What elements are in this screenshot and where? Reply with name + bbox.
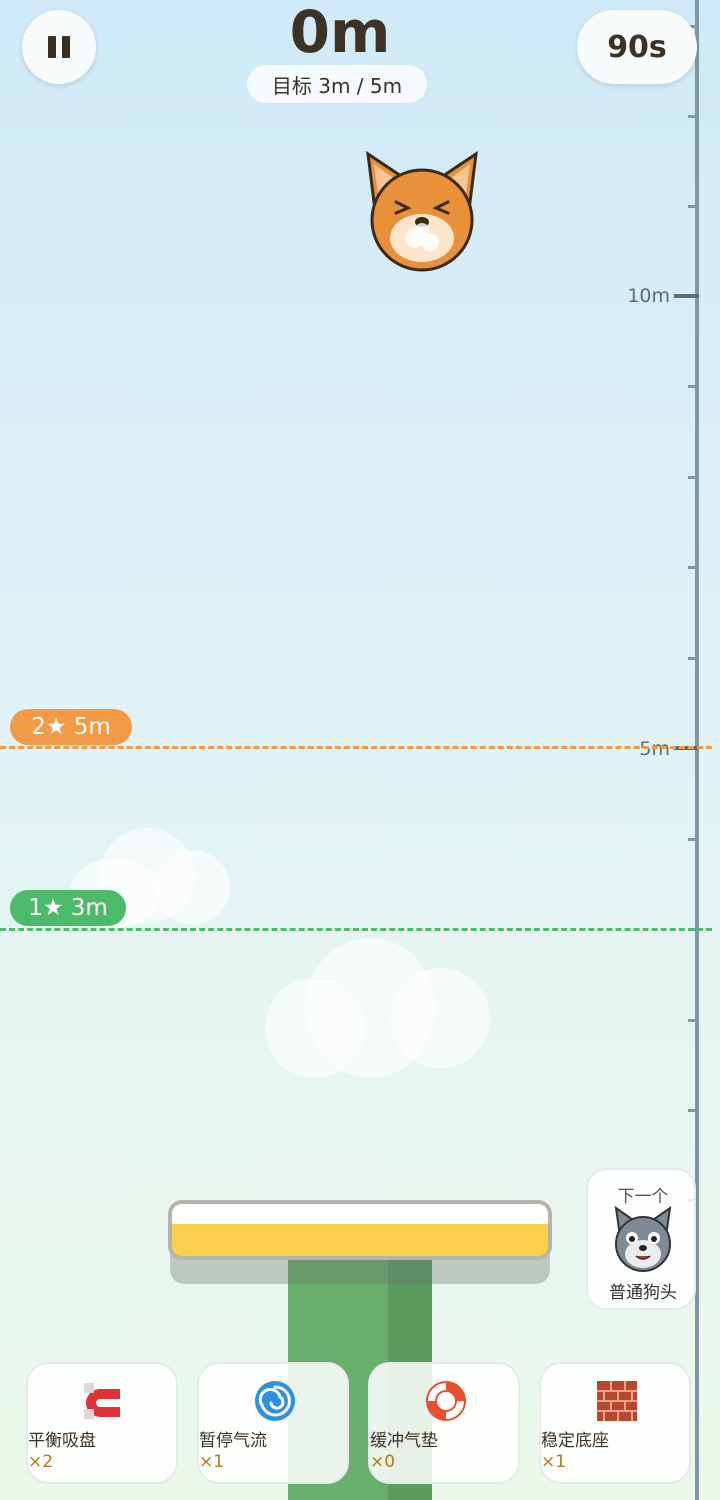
target-label: 目标 3m / 5m xyxy=(247,65,427,103)
two-star-goal-line xyxy=(0,746,712,749)
powerup-count: ×0 xyxy=(370,1452,396,1472)
wolf-icon xyxy=(612,1205,674,1272)
ruler-tick xyxy=(688,566,699,569)
magnet-icon xyxy=(28,1378,180,1424)
powerup-pause-airflow[interactable]: 暂停气流 ×1 xyxy=(197,1362,349,1484)
powerup-stable-base[interactable]: 稳定底座 ×1 xyxy=(539,1362,691,1484)
brick-icon xyxy=(541,1378,693,1424)
ruler-tick xyxy=(688,385,699,388)
cyclone-icon xyxy=(199,1378,351,1424)
powerup-cushion-airbag[interactable]: 缓冲气垫 ×0 xyxy=(368,1362,520,1484)
platform-highlight xyxy=(172,1204,548,1224)
ruler-tick xyxy=(688,657,699,660)
lifebuoy-icon xyxy=(370,1378,522,1424)
powerup-balance-suction[interactable]: 平衡吸盘 ×2 xyxy=(26,1362,178,1484)
ruler-tick xyxy=(688,1109,699,1112)
powerup-count: ×2 xyxy=(28,1452,54,1472)
ruler-tick-10m xyxy=(674,294,699,298)
powerup-name: 缓冲气垫 xyxy=(370,1431,438,1451)
powerup-name: 稳定底座 xyxy=(541,1431,609,1451)
ruler-tick xyxy=(688,838,699,841)
ruler-tick xyxy=(688,476,699,479)
ruler-tick xyxy=(688,205,699,208)
one-star-goal-badge: 1★ 3m xyxy=(10,890,126,926)
shiba-face-icon xyxy=(366,150,478,272)
next-piece-name: 普通狗头 xyxy=(609,1283,677,1303)
one-star-goal-line xyxy=(0,928,712,931)
next-piece-card: 下一个 普通狗头 xyxy=(586,1168,696,1310)
ruler-label-5m: 5m xyxy=(639,738,670,760)
powerup-count: ×1 xyxy=(541,1452,567,1472)
two-star-goal-badge: 2★ 5m xyxy=(10,709,132,745)
next-piece-title: 下一个 xyxy=(617,1187,669,1207)
timer-display: 90s xyxy=(577,10,697,84)
ruler-label-10m: 10m xyxy=(627,285,670,307)
powerup-name: 暂停气流 xyxy=(199,1431,267,1451)
ruler-tick xyxy=(688,1019,699,1022)
cloud-lower xyxy=(265,938,490,1088)
ruler-tick xyxy=(688,115,699,118)
powerup-name: 平衡吸盘 xyxy=(28,1431,96,1451)
powerup-count: ×1 xyxy=(199,1452,225,1472)
falling-shiba-piece[interactable] xyxy=(360,150,484,274)
base-platform xyxy=(168,1200,552,1260)
